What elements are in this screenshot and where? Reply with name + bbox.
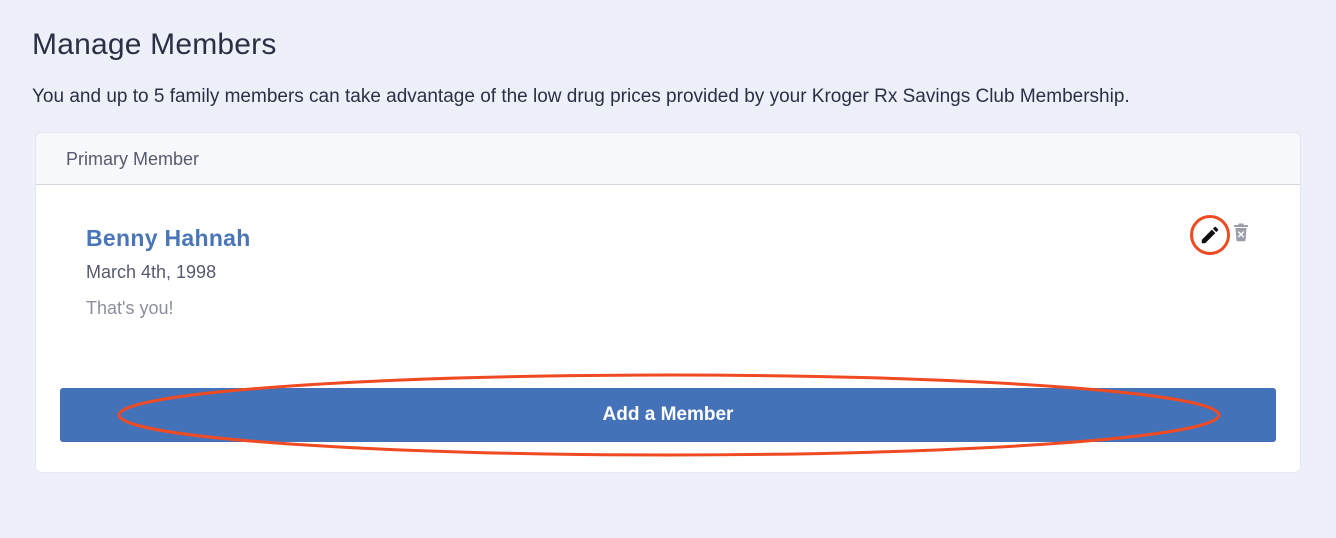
edit-member-button[interactable] — [1190, 215, 1230, 255]
page-title: Manage Members — [32, 28, 277, 61]
primary-member-card: Primary Member Benny Hahnah March 4th, 1… — [36, 133, 1300, 472]
card-header: Primary Member — [36, 133, 1300, 185]
trash-icon — [1234, 223, 1248, 241]
delete-member-button[interactable] — [1231, 221, 1251, 243]
member-name[interactable]: Benny Hahnah — [86, 225, 251, 252]
pencil-icon — [1201, 226, 1219, 244]
add-member-button[interactable]: Add a Member — [60, 388, 1276, 442]
member-note: That's you! — [86, 298, 174, 318]
member-dob: March 4th, 1998 — [86, 262, 217, 282]
page-description: You and up to 5 family members can take … — [32, 86, 1130, 107]
